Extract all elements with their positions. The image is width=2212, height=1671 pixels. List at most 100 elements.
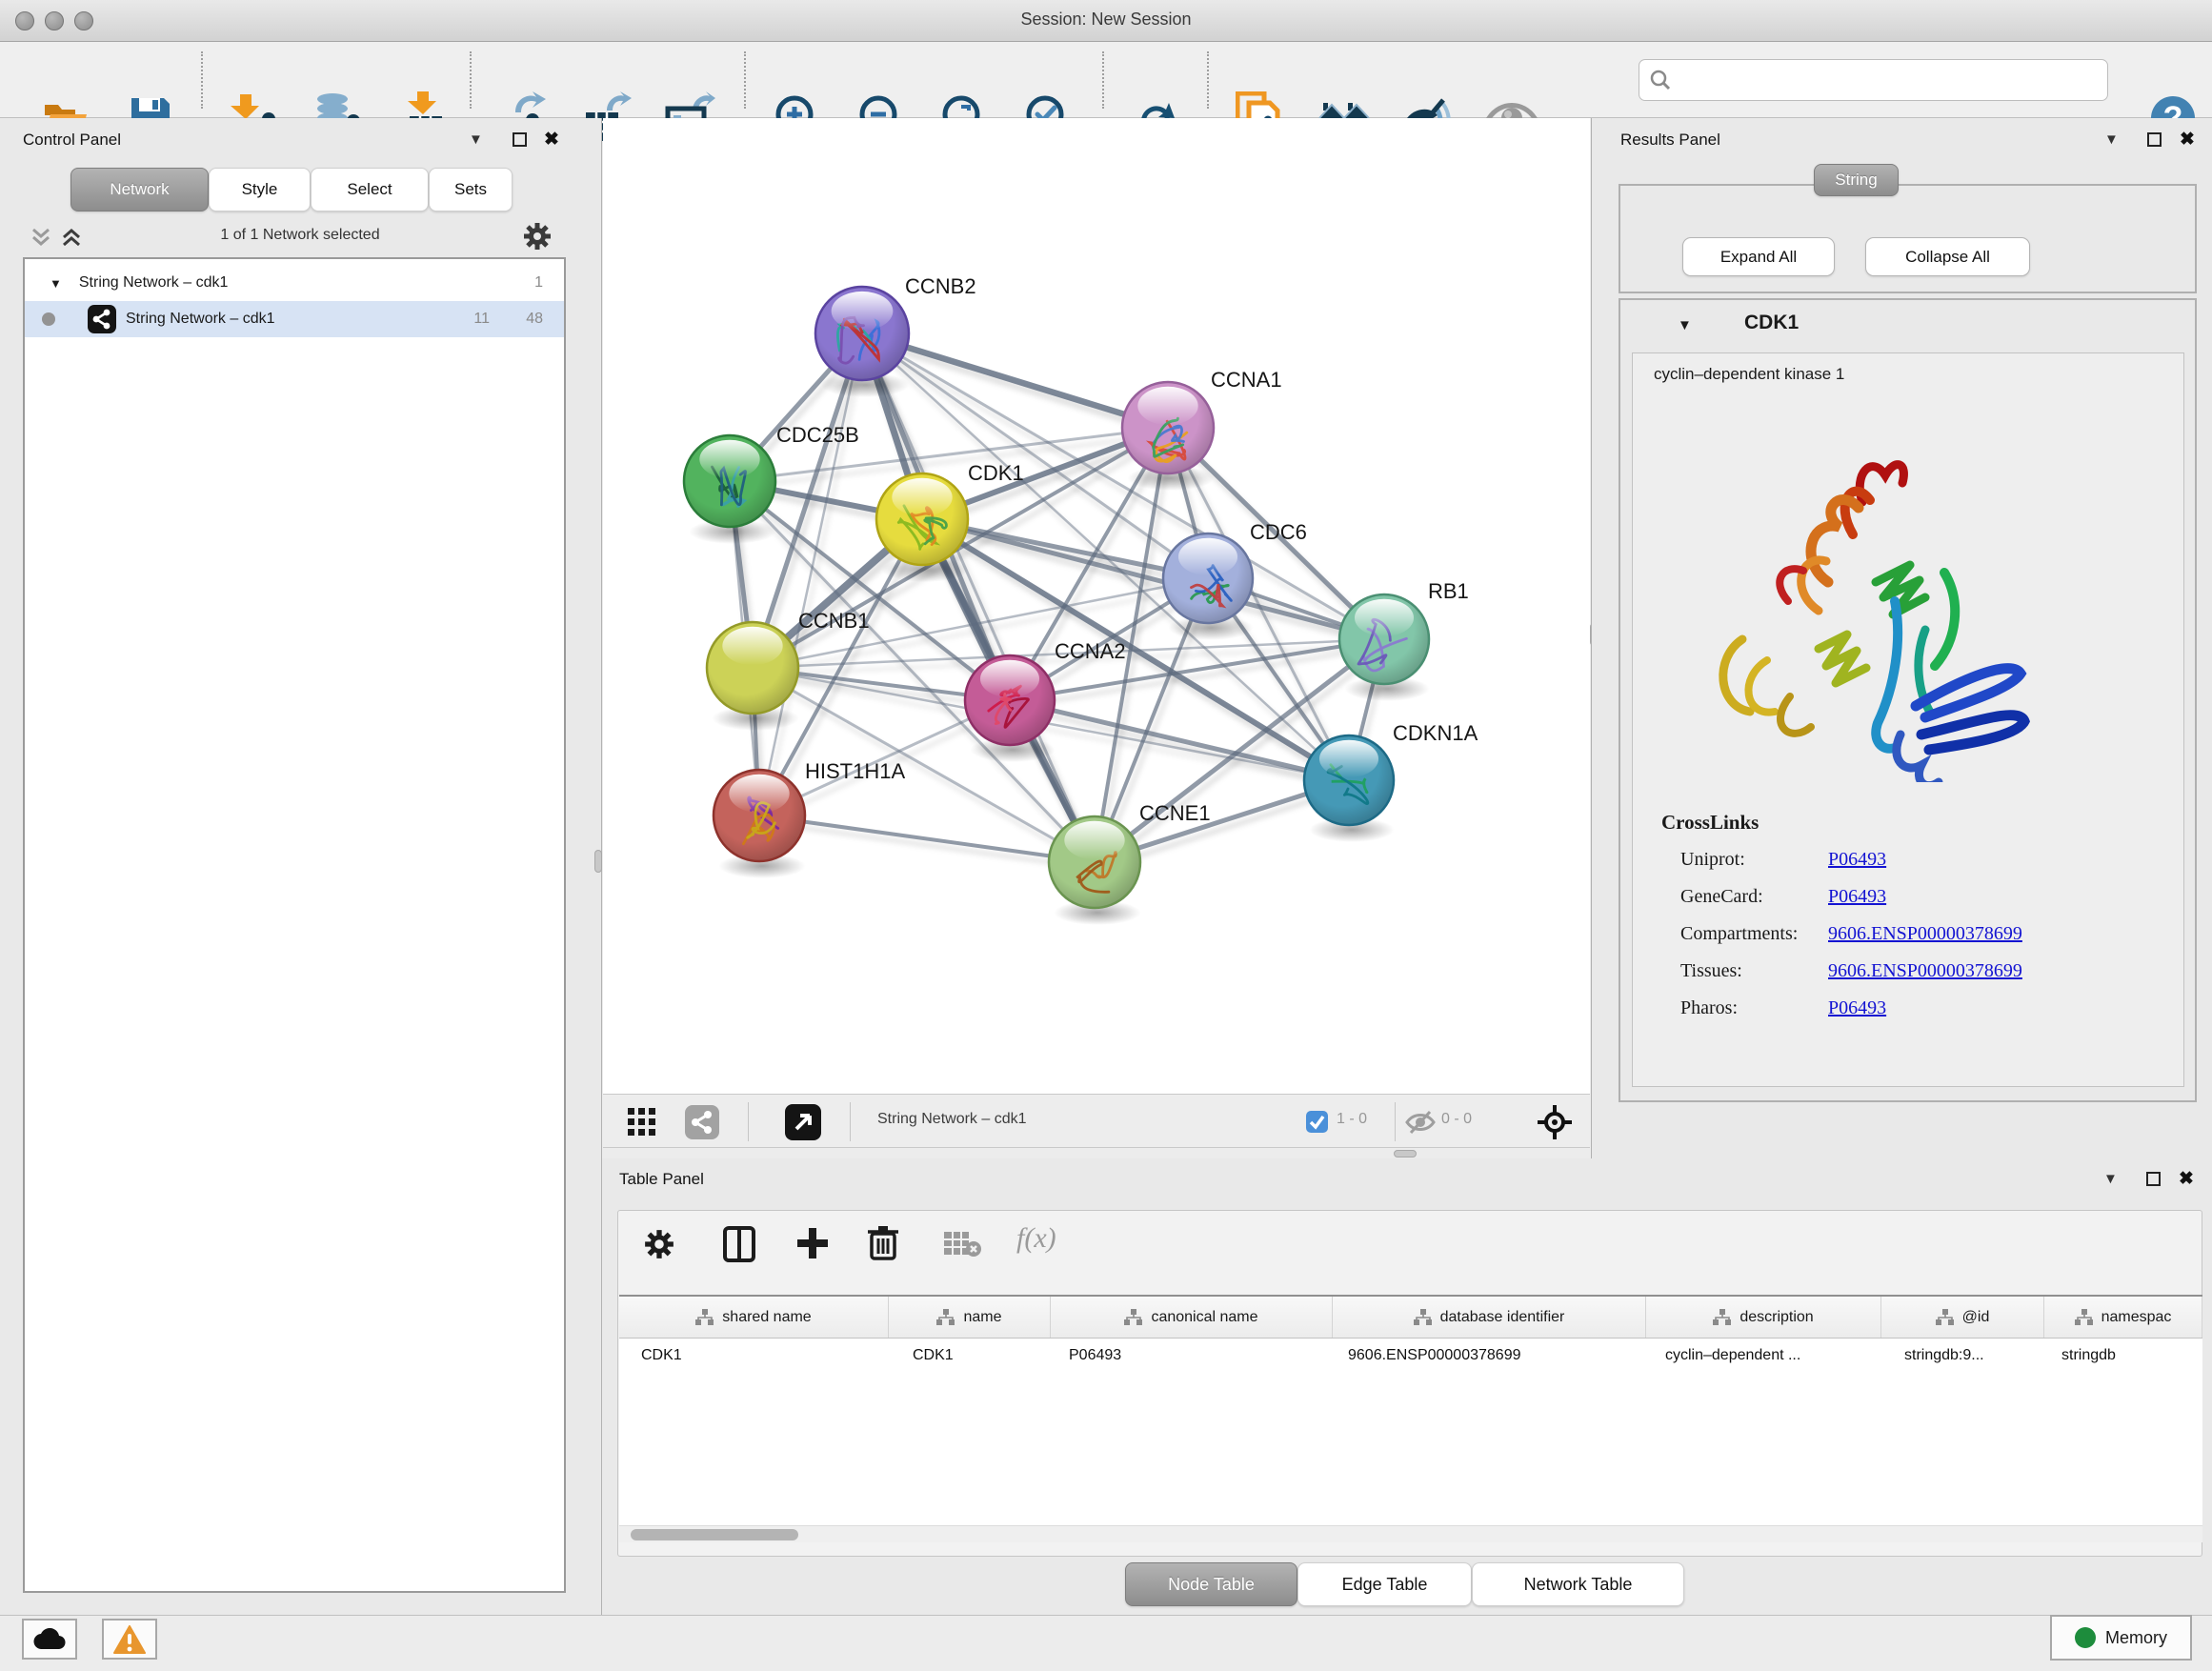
crosslink-row: GeneCard:P06493: [1680, 886, 2176, 908]
crosslink-value-link[interactable]: 9606.ENSP00000378699: [1828, 923, 2022, 945]
memory-button[interactable]: Memory: [2050, 1615, 2192, 1661]
network-canvas[interactable]: CCNB2CCNA1CDC25BCDK1CDC6RB1CCNB1CCNA2CDK…: [603, 118, 1590, 1094]
table-cell: 9606.ENSP00000378699: [1348, 1339, 1646, 1373]
crosslink-value-link[interactable]: P06493: [1828, 849, 1886, 871]
search-input[interactable]: [1672, 70, 2081, 90]
crosslink-row: Compartments:9606.ENSP00000378699: [1680, 923, 2176, 945]
open-in-new-window-icon[interactable]: [785, 1104, 821, 1145]
table-cell: P06493: [1069, 1339, 1333, 1373]
column-header-id[interactable]: @id: [1881, 1297, 2044, 1338]
cloud-button[interactable]: [22, 1619, 77, 1660]
edge-CCNB2-CCNA1[interactable]: [862, 333, 1168, 428]
column-header-shared-name[interactable]: shared name: [619, 1297, 889, 1338]
column-type-tree-icon: [2075, 1309, 2094, 1326]
tab-network[interactable]: Network: [70, 168, 209, 211]
close-panel-icon[interactable]: ✖: [544, 129, 559, 151]
birdseye-view-icon[interactable]: [628, 1108, 656, 1141]
panel-menu-icon[interactable]: ▼: [469, 131, 483, 148]
network-type-icon: [88, 305, 116, 333]
show-columns-icon[interactable]: [723, 1226, 755, 1267]
tab-sets[interactable]: Sets: [429, 168, 513, 211]
memory-label: Memory: [2105, 1628, 2167, 1648]
network-node-CCNA2[interactable]: [965, 655, 1056, 762]
network-node-CDK1[interactable]: [876, 473, 969, 582]
crosslink-label: Pharos:: [1680, 997, 1828, 1019]
float-panel-icon[interactable]: [2147, 132, 2162, 151]
memory-status-dot: [2075, 1627, 2096, 1648]
network-node-CDC6[interactable]: [1163, 534, 1254, 640]
close-panel-icon[interactable]: ✖: [2179, 1168, 2194, 1190]
float-panel-icon[interactable]: [513, 132, 527, 151]
column-header-namespac[interactable]: namespac: [2044, 1297, 2202, 1338]
network-collection-row[interactable]: ▼ String Network – cdk1 1: [25, 265, 564, 301]
collapse-all-icon[interactable]: [29, 225, 53, 254]
tab-network-table[interactable]: Network Table: [1472, 1562, 1684, 1606]
network-selection-status: 1 of 1 Network selected: [114, 227, 486, 244]
close-panel-icon[interactable]: ✖: [2180, 129, 2195, 151]
table-cell: CDK1: [913, 1339, 1051, 1373]
collapse-triangle-icon[interactable]: ▼: [50, 276, 62, 291]
application-window: Session: New Session: [0, 0, 2212, 1671]
network-label: String Network – cdk1: [126, 311, 275, 328]
table-panel-title: Table Panel: [619, 1170, 704, 1189]
network-node-CCNB2[interactable]: [815, 287, 910, 397]
column-header-description[interactable]: description: [1646, 1297, 1881, 1338]
tab-string[interactable]: String: [1814, 164, 1899, 196]
expand-all-button[interactable]: Expand All: [1682, 237, 1835, 276]
current-network-name: String Network – cdk1: [877, 1111, 1027, 1128]
column-header-name[interactable]: name: [889, 1297, 1051, 1338]
column-header-label: namespac: [2101, 1309, 2172, 1326]
table-panel: Table Panel ▼ ✖: [602, 1158, 2212, 1615]
horizontal-splitter-handle[interactable]: [1394, 1150, 1417, 1158]
gear-icon[interactable]: [522, 221, 553, 256]
column-header-database-identifier[interactable]: database identifier: [1333, 1297, 1646, 1338]
tab-edge-table[interactable]: Edge Table: [1297, 1562, 1472, 1606]
panel-menu-icon[interactable]: ▼: [2103, 1171, 2118, 1187]
network-node-CCNB1[interactable]: [707, 622, 799, 731]
table-container: f(x) shared name name canonical name dat…: [617, 1210, 2202, 1557]
toolbar-separator: [1207, 51, 1209, 109]
network-share-icon[interactable]: [685, 1105, 719, 1144]
network-status-dot: [42, 312, 55, 326]
results-entry-box: ▼ CDK1 cyclin–dependent kinase 1: [1619, 298, 2197, 1102]
table-settings-gear-icon[interactable]: [643, 1228, 675, 1265]
crosslink-value-link[interactable]: 9606.ENSP00000378699: [1828, 960, 2022, 982]
tab-node-table[interactable]: Node Table: [1125, 1562, 1297, 1606]
crosslinks-list: Uniprot:P06493GeneCard:P06493Compartment…: [1680, 849, 2176, 1035]
left-splitter-handle[interactable]: [594, 850, 602, 873]
horizontal-scrollbar-track[interactable]: [619, 1525, 2202, 1542]
network-node-HIST1H1A[interactable]: [714, 770, 806, 878]
table-row[interactable]: CDK1CDK1P064939606.ENSP00000378699cyclin…: [619, 1339, 2202, 1373]
column-header-label: canonical name: [1151, 1309, 1257, 1326]
collapse-all-button[interactable]: Collapse All: [1865, 237, 2030, 276]
network-node-RB1[interactable]: [1339, 594, 1430, 701]
fit-content-crosshair-icon[interactable]: [1537, 1104, 1573, 1145]
network-node-CDKN1A[interactable]: [1304, 735, 1395, 842]
status-bar: Memory: [0, 1615, 2212, 1671]
network-row[interactable]: String Network – cdk1 11 48: [25, 301, 564, 337]
delete-column-trash-icon[interactable]: [868, 1224, 898, 1265]
crosslink-value-link[interactable]: P06493: [1828, 886, 1886, 908]
panel-menu-icon[interactable]: ▼: [2104, 131, 2119, 148]
crosslink-row: Pharos:P06493: [1680, 997, 2176, 1019]
expand-all-icon[interactable]: [59, 225, 84, 254]
tab-select[interactable]: Select: [311, 168, 429, 211]
node-label-RB1: RB1: [1428, 579, 1469, 603]
column-header-canonical-name[interactable]: canonical name: [1051, 1297, 1333, 1338]
node-label-CDC25B: CDC25B: [776, 423, 859, 447]
table-cell: stringdb: [2061, 1339, 2202, 1373]
selected-checkbox[interactable]: [1306, 1111, 1328, 1137]
tab-style[interactable]: Style: [209, 168, 311, 211]
entry-collapse-icon[interactable]: ▼: [1678, 317, 1692, 333]
delete-table-icon: [944, 1230, 982, 1263]
crosslinks-title: CrossLinks: [1661, 811, 1759, 835]
float-panel-icon[interactable]: [2146, 1172, 2161, 1191]
network-node-CCNE1[interactable]: [1049, 816, 1141, 925]
warnings-button[interactable]: [102, 1619, 157, 1660]
collection-count: 1: [534, 274, 543, 292]
network-node-CCNA1[interactable]: [1122, 382, 1215, 491]
crosslink-value-link[interactable]: P06493: [1828, 997, 1886, 1019]
horizontal-scrollbar-thumb[interactable]: [631, 1529, 798, 1540]
add-column-icon[interactable]: [795, 1226, 830, 1265]
network-node-CDC25B[interactable]: [684, 435, 776, 544]
